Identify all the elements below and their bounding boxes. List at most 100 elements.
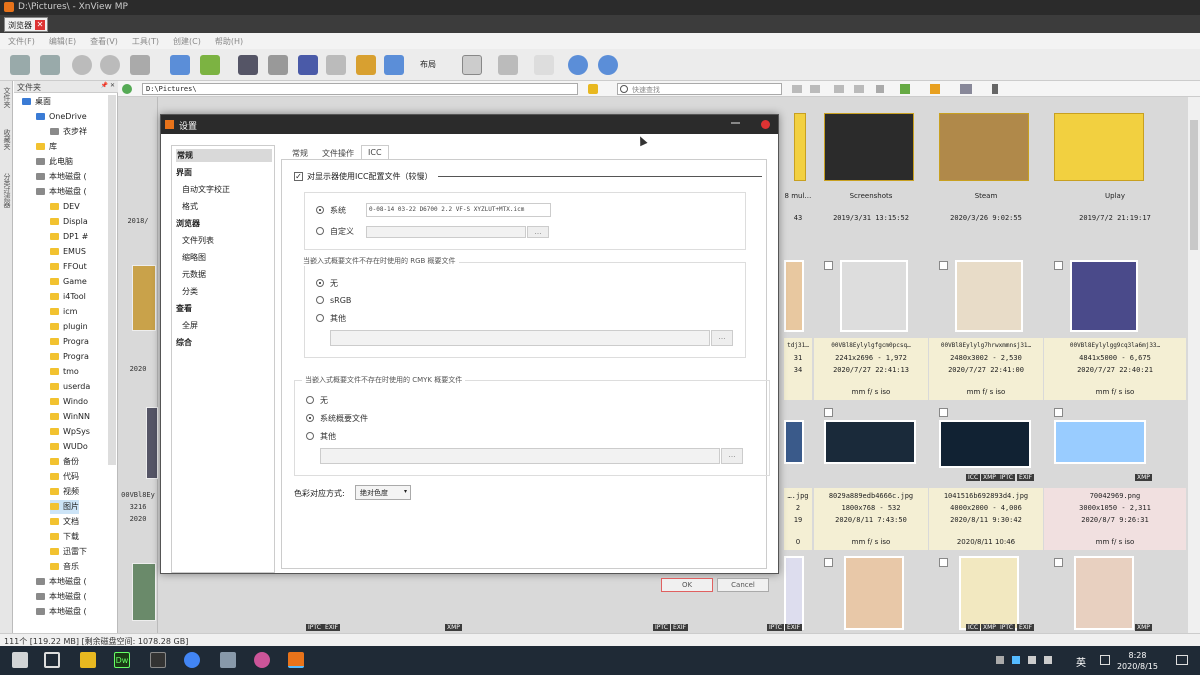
tree-item[interactable]: 迅雷下 (50, 545, 87, 559)
grid-scrollbar-thumb[interactable] (1190, 120, 1198, 250)
settings-nav-item[interactable]: 格式 (182, 200, 278, 213)
select-checkbox[interactable] (1054, 261, 1063, 270)
tree-item[interactable]: WinNN (50, 410, 90, 424)
path-input[interactable]: D:\Pictures\ (142, 83, 578, 95)
tree-item[interactable]: FFOut (50, 260, 87, 274)
settings-nav-item[interactable]: 缩略图 (182, 251, 278, 264)
camera-icon[interactable] (384, 55, 404, 75)
tree-item[interactable]: tmo (50, 365, 79, 379)
ime-indicator[interactable]: 英 (1076, 654, 1086, 669)
check-icon[interactable] (854, 85, 864, 93)
tab-general[interactable]: 常规 (285, 145, 315, 159)
tab-close-icon[interactable]: ✕ (35, 20, 45, 30)
settings-nav-item[interactable]: 自动文字校正 (182, 183, 278, 196)
side-tab-favorites[interactable]: 收藏夹 (1, 129, 12, 150)
tree-item[interactable]: Displa (50, 215, 88, 229)
select-checkbox[interactable] (939, 261, 948, 270)
select-checkbox[interactable] (939, 558, 948, 567)
settings-nav-item[interactable]: 常规 (176, 149, 272, 162)
tree-item[interactable]: 下载 (50, 530, 79, 544)
tree-item[interactable]: icm (50, 305, 77, 319)
fullscreen-icon[interactable] (40, 55, 60, 75)
dialog-minimize-icon[interactable] (731, 122, 740, 124)
nav-back-icon[interactable] (792, 85, 802, 93)
media-icon[interactable] (150, 652, 166, 668)
tree-item[interactable]: 本地磁盘 ( (36, 575, 87, 589)
rgb-none-radio[interactable]: 无 (316, 278, 338, 290)
settings-nav-item[interactable]: 分类 (182, 285, 278, 298)
tree-item[interactable]: 代码 (50, 470, 79, 484)
menu-view[interactable]: 查看(V) (90, 36, 118, 46)
tab-browser[interactable]: 浏览器 ✕ (4, 17, 48, 32)
tree-item[interactable]: 桌面 (22, 95, 51, 109)
monitor-profile-field[interactable]: 0-08-14 03-22 D6700 2.2 VF-S XYZLUT+MTX.… (366, 203, 551, 217)
menu-help[interactable]: 帮助(H) (215, 36, 243, 46)
monitor-browse-button[interactable]: … (527, 226, 549, 238)
rotate-right-icon[interactable] (100, 55, 120, 75)
settings-nav-item[interactable]: 综合 (176, 336, 272, 349)
taskbar-clock[interactable]: 8:28 2020/8/15 (1117, 650, 1158, 672)
monitor-system-radio[interactable]: 系统 (316, 205, 346, 217)
tree-item[interactable]: WpSys (50, 425, 90, 439)
quick-search-input[interactable]: 快速查找 (617, 83, 782, 95)
layout-button[interactable]: 布局 (420, 59, 436, 70)
select-icon[interactable] (834, 85, 844, 93)
settings-nav-item[interactable]: 全屏 (182, 319, 278, 332)
tree-item[interactable]: 此电脑 (36, 155, 73, 169)
tag-icon[interactable] (900, 84, 910, 94)
xnview-taskbar-icon[interactable] (288, 652, 304, 668)
rgb-browse-button[interactable]: … (711, 330, 733, 346)
file-explorer-icon[interactable] (80, 652, 96, 668)
notification-icon[interactable] (1100, 655, 1110, 665)
rendering-intent-select[interactable]: 绝对色度 ▾ (355, 485, 411, 500)
binoculars-icon[interactable] (238, 55, 258, 75)
select-checkbox[interactable] (939, 408, 948, 417)
tree-item[interactable]: i4Tool (50, 290, 86, 304)
cancel-button[interactable]: Cancel (717, 578, 769, 592)
scan-icon[interactable] (298, 55, 318, 75)
convert-icon[interactable] (326, 55, 346, 75)
tree-item[interactable]: userda (50, 380, 90, 394)
tree-item[interactable]: 库 (36, 140, 57, 154)
settings-nav-item[interactable]: 浏览器 (176, 217, 272, 230)
task-view-icon[interactable] (44, 652, 60, 668)
tree-item[interactable]: 音乐 (50, 560, 79, 574)
side-tab-category-filter[interactable]: 分类过滤器 (1, 173, 12, 208)
tree-item[interactable]: EMUS (50, 245, 86, 259)
select-checkbox[interactable] (1054, 408, 1063, 417)
cmyk-other-radio[interactable]: 其他 (306, 431, 336, 443)
refresh-icon[interactable] (122, 84, 132, 94)
action-center-icon[interactable] (1176, 655, 1188, 665)
tree-item[interactable]: Game (50, 275, 87, 289)
tree-scrollbar[interactable] (108, 95, 116, 465)
tree-item[interactable]: 备份 (50, 455, 79, 469)
tree-item[interactable]: DP1 # (50, 230, 88, 244)
properties-icon[interactable] (170, 55, 190, 75)
cmyk-none-radio[interactable]: 无 (306, 395, 328, 407)
rgb-srgb-radio[interactable]: sRGB (316, 295, 351, 307)
panel-pin-close-icon[interactable]: 📌 ✕ (101, 82, 115, 89)
rgb-other-radio[interactable]: 其他 (316, 313, 346, 325)
tree-icon[interactable] (534, 55, 554, 75)
monitor-custom-radio[interactable]: 自定义 (316, 226, 354, 238)
cmyk-browse-button[interactable]: … (721, 448, 743, 464)
filter-funnel-icon[interactable] (930, 84, 940, 94)
zoom-slider[interactable] (992, 84, 998, 94)
tree-item[interactable]: DEV (50, 200, 80, 214)
start-icon[interactable] (12, 652, 28, 668)
view-mode-icon[interactable] (960, 84, 972, 94)
delete-icon[interactable] (876, 85, 884, 93)
tree-item[interactable]: 视频 (50, 485, 79, 499)
tree-item[interactable]: 本地磁盘 ( (36, 590, 87, 604)
tree-item[interactable]: WUDo (50, 440, 88, 454)
settings-nav-item[interactable]: 界面 (176, 166, 272, 179)
favorite-star-icon[interactable] (588, 84, 598, 94)
side-tab-folders[interactable]: 文件夹 (1, 87, 12, 108)
rotate-left-icon[interactable] (72, 55, 92, 75)
tree-item[interactable]: 本地磁盘 ( (36, 605, 87, 619)
tab-icc[interactable]: ICC (361, 145, 389, 159)
select-checkbox[interactable] (824, 558, 833, 567)
circle-app-icon[interactable] (254, 652, 270, 668)
tree-item[interactable]: plugin (50, 320, 88, 334)
tree-item[interactable]: 文档 (50, 515, 79, 529)
